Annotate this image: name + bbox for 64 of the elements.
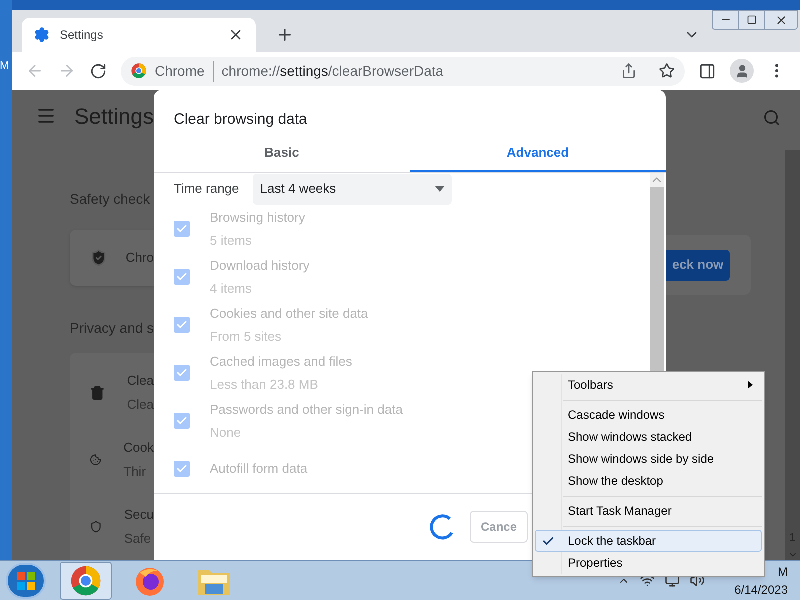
new-tab-icon[interactable] xyxy=(276,26,294,44)
item-title: Autofill form data xyxy=(210,460,308,478)
item-title: Download history xyxy=(210,256,310,275)
search-icon[interactable] xyxy=(763,109,781,127)
check-icon xyxy=(176,271,188,283)
card-text: Chro xyxy=(126,249,154,268)
caret-icon xyxy=(435,186,446,192)
side-panel-icon[interactable] xyxy=(699,62,716,80)
close-icon[interactable] xyxy=(774,14,788,26)
menu-item[interactable]: Show windows side by side xyxy=(535,448,762,470)
menu-item[interactable]: Lock the taskbar xyxy=(535,530,762,552)
start-button[interactable] xyxy=(6,562,46,598)
menu-item[interactable]: Properties xyxy=(535,552,762,574)
dialog-tab[interactable]: Basic xyxy=(154,135,410,172)
browser-tab[interactable]: Settings xyxy=(22,18,256,52)
windows-flag-icon xyxy=(17,572,35,590)
dialog-title: Clear browsing data xyxy=(173,110,308,130)
check-now-button[interactable]: eck now xyxy=(666,250,730,280)
menu-item[interactable]: Show windows stacked xyxy=(535,426,762,448)
menu-item[interactable]: Cascade windows xyxy=(535,404,762,426)
check-icon xyxy=(176,367,188,379)
item-detail: 4 items xyxy=(210,280,253,298)
dialog-tab[interactable]: Advanced xyxy=(410,135,666,172)
shield-check-icon xyxy=(90,248,108,267)
field-label: Time range xyxy=(174,180,240,198)
section-heading: Privacy and s xyxy=(70,319,154,338)
profile-avatar[interactable] xyxy=(730,59,754,83)
person-icon xyxy=(734,64,750,78)
check-icon xyxy=(176,223,188,235)
row-title: Secu xyxy=(124,506,154,524)
tab-title: Settings xyxy=(60,27,104,44)
menu-item[interactable]: Show the desktop xyxy=(535,470,762,492)
row-title: Cook xyxy=(124,439,154,457)
menu-item[interactable]: Start Task Manager xyxy=(535,500,762,522)
item-title: Passwords and other sign-in data xyxy=(210,400,403,419)
bookmark-star-icon[interactable] xyxy=(659,63,675,79)
share-icon[interactable] xyxy=(621,63,637,79)
page-title: Settings xyxy=(74,102,154,131)
taskbar-app-button[interactable] xyxy=(60,562,112,600)
item-detail: From 5 sites xyxy=(210,328,283,346)
item-title: Browsing history xyxy=(210,208,306,227)
check-icon xyxy=(542,534,555,548)
item-title: Cached images and files xyxy=(210,352,352,371)
menu-item[interactable]: Toolbars xyxy=(535,374,762,396)
restore-icon[interactable] xyxy=(746,15,756,25)
chrome-logo-icon xyxy=(70,564,102,596)
reload-icon[interactable] xyxy=(90,62,107,80)
item-detail: None xyxy=(210,424,242,442)
time-range-dropdown[interactable]: Last 4 weeks xyxy=(253,174,452,204)
url-text: chrome://settings/clearBrowserData xyxy=(222,62,445,81)
submenu-arrow-icon xyxy=(748,381,753,389)
section-heading: Safety check xyxy=(70,190,152,209)
check-icon xyxy=(176,463,188,475)
item-detail: Less than 23.8 MB xyxy=(210,376,320,394)
item-title: Cookies and other site data xyxy=(210,304,368,322)
check-icon xyxy=(176,319,188,331)
desktop-icon-label: M xyxy=(0,59,10,74)
row-title: Clea xyxy=(127,372,154,390)
item-detail: 5 items xyxy=(210,232,253,250)
address-bar[interactable]: Chrome chrome://settings/clearBrowserData xyxy=(121,56,685,86)
chrome-logo-icon xyxy=(131,63,147,79)
check-icon xyxy=(176,415,188,427)
site-label: Chrome xyxy=(155,60,214,82)
settings-icon xyxy=(34,27,50,43)
